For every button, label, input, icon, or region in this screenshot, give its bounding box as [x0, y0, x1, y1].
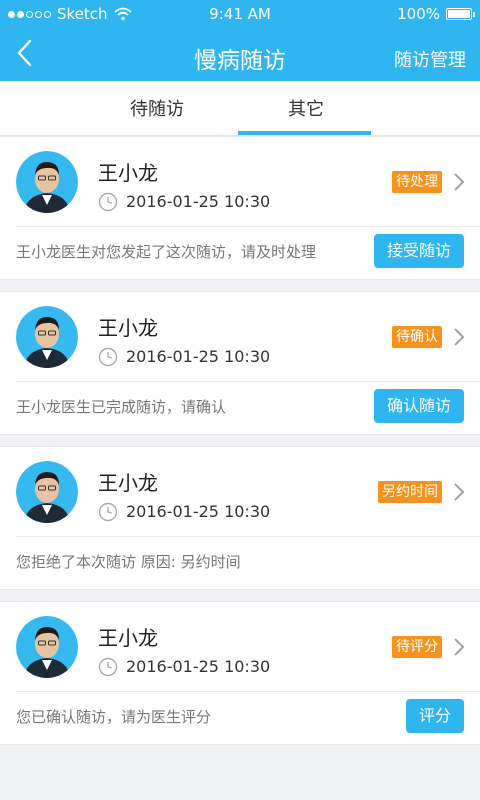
followup-card[interactable]: 王小龙 2016-01-25 10:30 待确认 王小龙医生已完成随访，请确认 … — [0, 291, 480, 435]
followup-message: 您拒绝了本次随访 原因: 另约时间 — [16, 553, 241, 571]
chevron-right-icon[interactable] — [452, 171, 466, 193]
status-badge: 另约时间 — [378, 481, 442, 503]
battery-icon — [446, 8, 475, 20]
confirm-followup-button[interactable]: 确认随访 — [373, 389, 464, 423]
doctor-avatar — [16, 151, 78, 213]
chevron-right-icon[interactable] — [452, 326, 466, 348]
followup-card[interactable]: 王小龙 2016-01-25 10:30 待评分 您已确认随访，请为医生评分 评… — [0, 601, 480, 745]
chevron-right-icon[interactable] — [452, 636, 466, 658]
clock-icon — [98, 347, 118, 367]
tab-other[interactable]: 其它 — [236, 95, 376, 121]
header: Sketch 9:41 AM 100% 慢病随访 随访管理 — [0, 0, 480, 81]
tab-bar: 待随访 其它 — [0, 81, 480, 136]
doctor-avatar — [16, 461, 78, 523]
tab-pending[interactable]: 待随访 — [87, 95, 227, 121]
appointment-time: 2016-01-25 10:30 — [126, 657, 271, 676]
status-badge: 待评分 — [392, 636, 442, 658]
doctor-name: 王小龙 — [98, 626, 158, 650]
appointment-time: 2016-01-25 10:30 — [126, 347, 271, 366]
appointment-time: 2016-01-25 10:30 — [126, 502, 271, 521]
followup-management-button[interactable]: 随访管理 — [394, 46, 466, 72]
status-bar: Sketch 9:41 AM 100% — [0, 0, 480, 28]
divider — [16, 226, 480, 227]
followup-message: 王小龙医生对您发起了这次随访，请及时处理 — [16, 243, 317, 261]
doctor-avatar — [16, 306, 78, 368]
status-badge: 待处理 — [392, 171, 442, 193]
divider — [16, 691, 480, 692]
chevron-right-icon[interactable] — [452, 481, 466, 503]
doctor-name: 王小龙 — [98, 471, 158, 495]
doctor-name: 王小龙 — [98, 316, 158, 340]
followup-card[interactable]: 王小龙 2016-01-25 10:30 另约时间 您拒绝了本次随访 原因: 另… — [0, 446, 480, 590]
doctor-avatar — [16, 616, 78, 678]
clock-icon — [98, 192, 118, 212]
battery-percent: 100% — [397, 5, 440, 23]
clock-icon — [98, 657, 118, 677]
active-tab-indicator — [238, 131, 371, 135]
doctor-name: 王小龙 — [98, 161, 158, 185]
status-right: 100% — [397, 5, 475, 23]
accept-followup-button[interactable]: 接受随访 — [373, 234, 464, 268]
status-badge: 待确认 — [392, 326, 442, 348]
navigation-bar: 慢病随访 随访管理 — [0, 28, 480, 81]
appointment-time: 2016-01-25 10:30 — [126, 192, 271, 211]
divider — [16, 536, 480, 537]
clock-icon — [98, 502, 118, 522]
followup-card[interactable]: 王小龙 2016-01-25 10:30 待处理 王小龙医生对您发起了这次随访，… — [0, 136, 480, 280]
followup-message: 王小龙医生已完成随访，请确认 — [16, 398, 227, 416]
divider — [16, 381, 480, 382]
rate-doctor-button[interactable]: 评分 — [405, 699, 464, 733]
followup-message: 您已确认随访，请为医生评分 — [16, 708, 212, 726]
